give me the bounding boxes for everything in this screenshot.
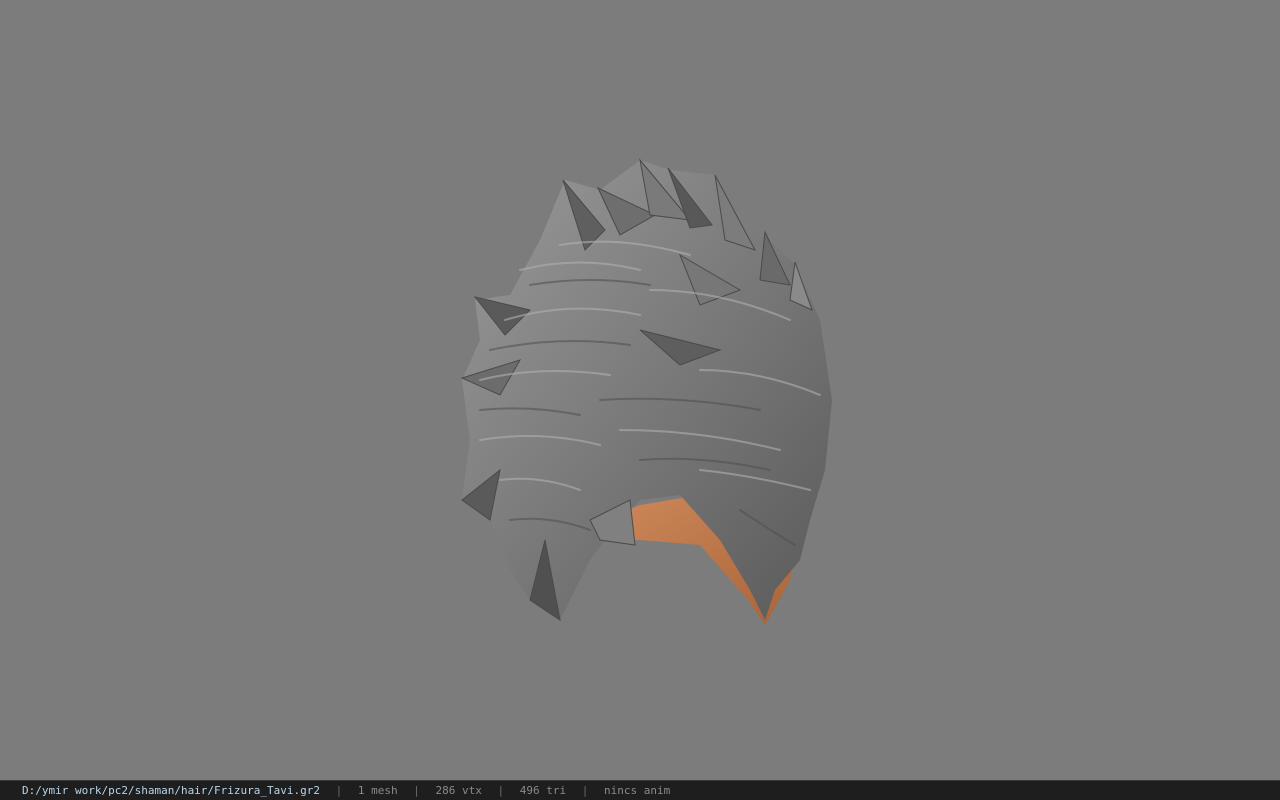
3d-viewport[interactable] bbox=[0, 0, 1280, 780]
animation-status: nincs anim bbox=[603, 784, 671, 797]
file-path: D:/ymir work/pc2/shaman/hair/Frizura_Tav… bbox=[22, 784, 321, 797]
triangle-count: 496 tri bbox=[519, 784, 567, 797]
vertex-count: 286 vtx bbox=[435, 784, 482, 797]
separator: | bbox=[335, 784, 343, 797]
hair-model[interactable] bbox=[0, 0, 1280, 780]
separator: | bbox=[497, 784, 505, 797]
separator: | bbox=[413, 784, 420, 797]
hair-body bbox=[462, 160, 832, 620]
mesh-count: 1 mesh bbox=[357, 784, 398, 797]
status-bar: D:/ymir work/pc2/shaman/hair/Frizura_Tav… bbox=[0, 780, 1280, 800]
separator: | bbox=[581, 784, 589, 797]
